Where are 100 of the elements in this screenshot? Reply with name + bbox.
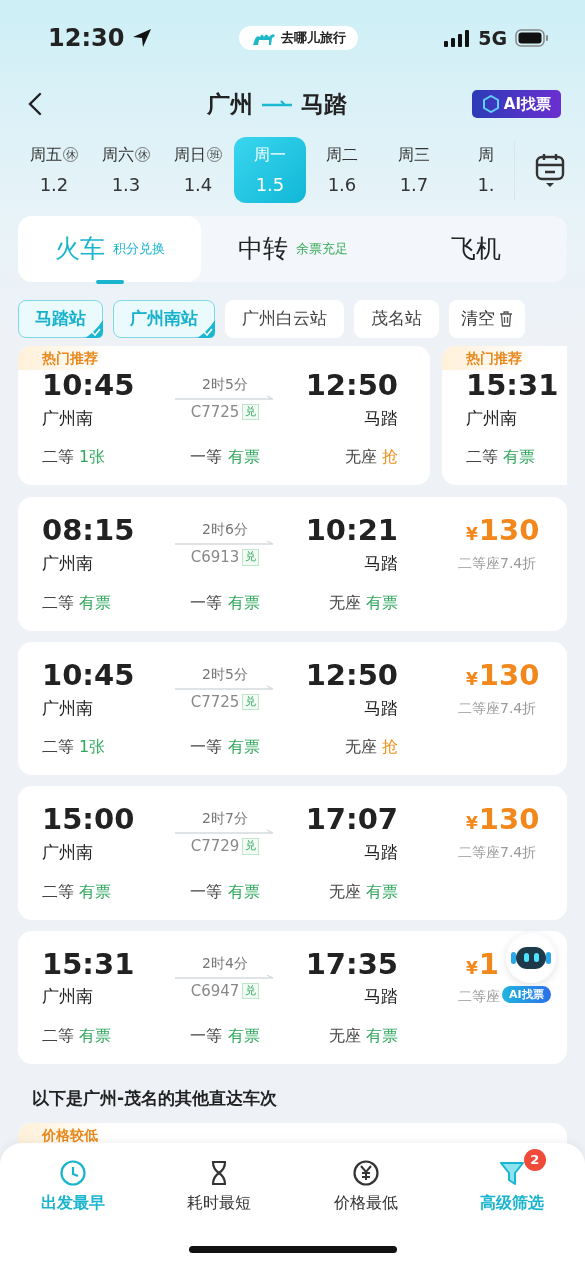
arrival-station: 马踏	[363, 841, 398, 865]
duration: 2时5分	[202, 664, 248, 684]
section-title: 以下是广州-茂名的其他直达车次	[32, 1086, 279, 1110]
date-tab[interactable]: 周六 休 1.3	[90, 137, 162, 203]
train-number: C6947	[190, 980, 240, 1002]
signal-icon	[444, 29, 471, 47]
station-chip[interactable]: 广州白云站	[225, 300, 344, 338]
app-name: 去哪儿旅行	[280, 29, 346, 48]
seat-availability: 二等 有票	[42, 1024, 113, 1047]
yen-icon	[351, 1159, 380, 1187]
origin-city: 广州	[206, 89, 253, 119]
sort-option[interactable]: 价格最低	[292, 1149, 439, 1216]
departure-time: 08:15	[42, 515, 136, 548]
ai-search-button[interactable]: AI找票	[471, 89, 561, 119]
ai-hexagon-icon	[481, 95, 500, 113]
redeem-badge: 兑	[242, 838, 260, 855]
price: ¥130	[465, 804, 540, 837]
departure-time: 15:00	[42, 804, 136, 837]
price: ¥1	[465, 948, 500, 981]
redeem-badge: 兑	[242, 404, 260, 421]
trash-icon	[499, 311, 513, 327]
price: ¥130	[465, 659, 540, 692]
arrival-time: 17:07	[304, 804, 398, 837]
seat-availability: 无座 有票	[327, 1024, 398, 1047]
clock-icon	[59, 1159, 88, 1187]
seat-availability: 二等 1张	[42, 736, 107, 759]
date-tab[interactable]: 周三 1.7	[378, 137, 450, 203]
departure-station: 广州南	[42, 985, 94, 1009]
departure-time: 15:31	[42, 948, 136, 981]
station-chip[interactable]: 茂名站	[354, 300, 439, 338]
destination-city: 马踏	[300, 89, 347, 119]
seat-availability: 无座 有票	[327, 591, 398, 614]
arrival-time: 12:50	[304, 659, 398, 692]
discount-label: 二等座7.4折	[457, 843, 537, 863]
arrival-time: 12:50	[304, 370, 398, 402]
seat-availability: 一等 有票	[189, 880, 261, 903]
back-button[interactable]	[28, 91, 42, 117]
arrival-time: 10:21	[304, 515, 398, 548]
train-number: C6913	[190, 547, 240, 569]
departure-time: 10:45	[42, 370, 136, 402]
seat-availability: 一等 有票	[189, 446, 261, 469]
filter-button[interactable]: 高级筛选 2	[438, 1149, 585, 1216]
filter-count-badge: 2	[523, 1149, 546, 1171]
arrival-station: 马踏	[363, 552, 398, 576]
duration: 2时4分	[202, 953, 248, 973]
clear-button[interactable]: 清空	[449, 300, 525, 338]
seat-availability: 二等 有票	[466, 446, 537, 469]
arrival-station: 马踏	[363, 696, 398, 720]
train-number: C7729	[190, 836, 240, 858]
train-card[interactable]: 15:00 广州南 2时7分 C7729 兑 17:07 马踏 ¥130 二等座7.4折 二等 有票 一等 有票 无座 有票	[18, 786, 567, 920]
route-arrow-icon	[260, 99, 293, 109]
departure-station: 广州南	[466, 406, 518, 430]
battery-icon	[515, 29, 549, 47]
train-card[interactable]: 热门推荐 15:31 广州南 二等 有票	[442, 346, 567, 486]
redeem-badge: 兑	[242, 982, 260, 999]
redeem-badge: 兑	[242, 693, 260, 711]
arrival-station: 马踏	[363, 985, 398, 1009]
seat-availability: 二等 有票	[42, 880, 113, 903]
calendar-button[interactable]	[535, 152, 565, 188]
arrival-station: 马踏	[363, 406, 398, 430]
departure-station: 广州南	[42, 841, 94, 865]
departure-station: 广州南	[42, 552, 94, 576]
duration: 2时6分	[202, 520, 248, 540]
sort-option[interactable]: 耗时最短	[146, 1149, 293, 1216]
check-icon	[197, 320, 215, 338]
discount-label: 二等座	[457, 987, 500, 1007]
price: ¥130	[465, 515, 540, 548]
back-icon	[28, 92, 42, 117]
ai-assistant-label: AI找票	[502, 986, 551, 1003]
date-tab[interactable]: 周二 1.6	[306, 137, 378, 203]
filter-icon	[497, 1159, 526, 1187]
seat-availability: 一等 有票	[189, 1024, 261, 1047]
train-card[interactable]: 10:45 广州南 2时5分 C7725 兑 12:50 马踏 ¥130 二等座7.4折 二等 1张 一等 有票 无座 抢	[18, 641, 567, 776]
check-icon	[85, 320, 103, 338]
departure-station: 广州南	[42, 696, 94, 720]
redeem-badge: 兑	[242, 549, 260, 566]
seat-availability: 二等 1张	[42, 446, 107, 469]
calendar-icon	[535, 152, 565, 188]
status-time: 12:30	[48, 23, 125, 54]
mode-tab[interactable]: 中转 余票充足	[201, 216, 384, 282]
date-tab[interactable]: 周五 休 1.2	[18, 137, 90, 203]
seat-availability: 一等 有票	[189, 736, 261, 759]
seat-availability: 无座 抢	[343, 446, 398, 469]
discount-label: 二等座7.4折	[457, 698, 537, 718]
departure-time: 15:31	[466, 370, 560, 402]
date-tab[interactable]: 周 1.	[450, 137, 506, 203]
location-arrow-icon	[132, 28, 153, 48]
train-card[interactable]: 热门推荐 10:45 广州南 2时5分 C7725 兑 12:50 马踏 二等 1张 一等 有票 无座 抢	[18, 346, 430, 486]
seat-availability: 一等 有票	[189, 591, 261, 614]
departure-time: 10:45	[42, 659, 136, 692]
train-number: C7725	[190, 402, 240, 423]
departure-station: 广州南	[42, 406, 94, 430]
date-tab[interactable]: 周日 班 1.4	[162, 137, 234, 203]
seat-availability: 无座 抢	[343, 736, 398, 759]
network-label: 5G	[478, 25, 507, 51]
mode-tab[interactable]: 飞机	[384, 216, 567, 282]
arrival-time: 17:35	[304, 948, 398, 981]
seat-availability: 无座 有票	[327, 880, 398, 903]
train-card[interactable]: 08:15 广州南 2时6分 C6913 兑 10:21 马踏 ¥130 二等座7.4折 二等 有票 一等 有票 无座 有票	[18, 497, 567, 631]
train-number: C7725	[190, 691, 240, 713]
